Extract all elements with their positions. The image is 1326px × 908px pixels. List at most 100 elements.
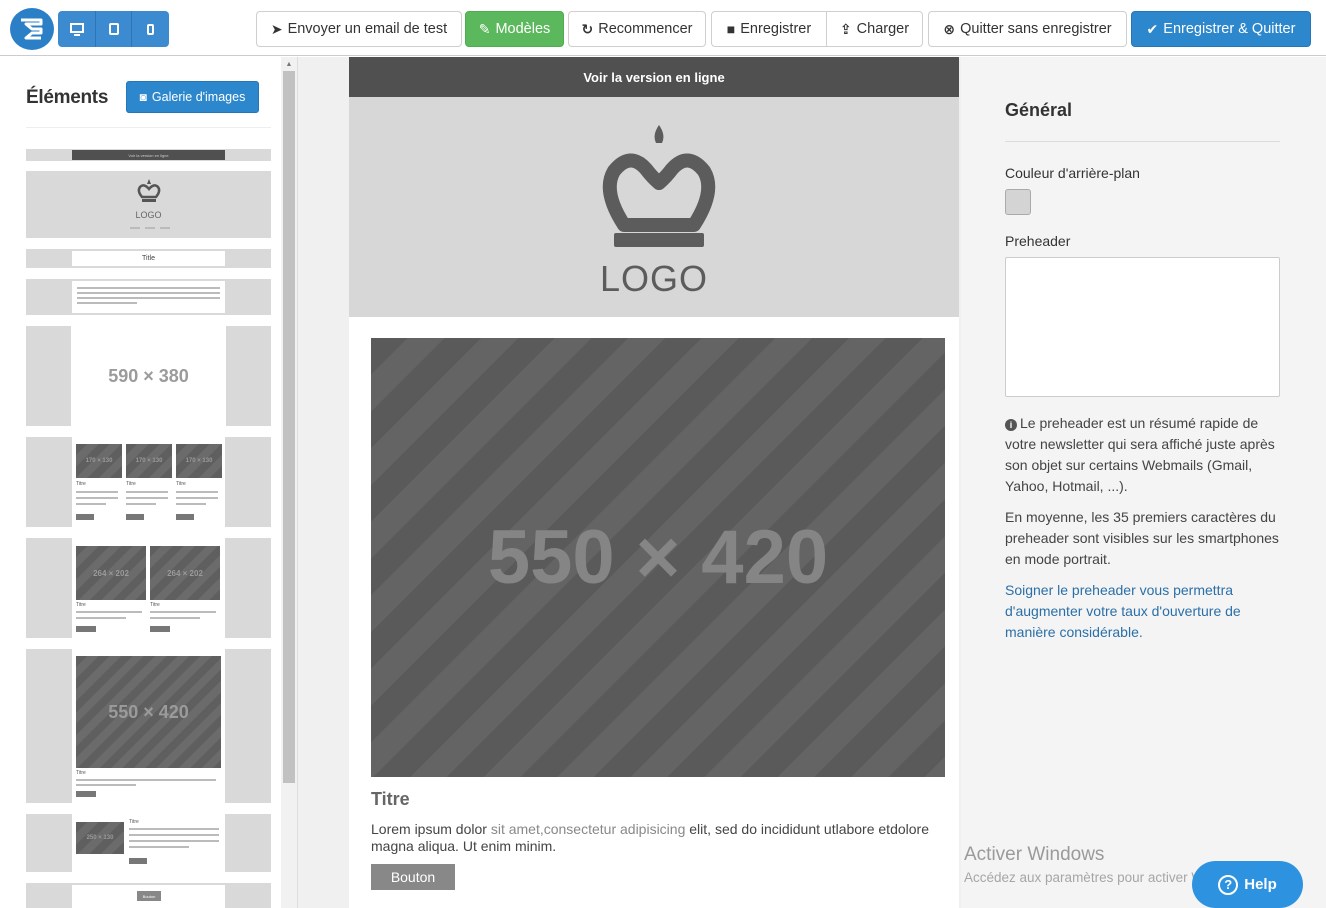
- divider: [26, 127, 271, 128]
- thumb-image-placeholder: 590 × 380: [71, 326, 226, 426]
- thumb-logo-text: LOGO: [135, 210, 162, 220]
- desktop-view-button[interactable]: [58, 11, 96, 47]
- logo-block[interactable]: LOGO: [349, 97, 959, 317]
- info-circle-icon: i: [1005, 419, 1017, 431]
- app-logo[interactable]: [10, 8, 54, 50]
- thumb-line: [129, 840, 219, 842]
- image-size-label: 550 × 420: [487, 515, 829, 600]
- block-thumb-title[interactable]: Title: [26, 249, 271, 268]
- block-thumb-three-columns[interactable]: 170 × 130 170 × 130 170 × 130 Titre Titr…: [26, 437, 271, 527]
- block-thumb-logo[interactable]: LOGO: [26, 171, 271, 238]
- block-thumb-image-text[interactable]: 250 × 130 Titre: [26, 814, 271, 872]
- image-text-block[interactable]: 550 × 420 Titre Lorem ipsum dolor sit am…: [349, 317, 959, 908]
- thumb-columns-bg: 264 × 202 264 × 202 Titre Titre: [72, 538, 225, 638]
- thumb-line: [129, 846, 189, 848]
- thumb-text-bg: [72, 281, 225, 313]
- save-label: Enregistrer: [740, 21, 812, 37]
- thumb-online-bar: Voir la version en ligne: [72, 150, 225, 160]
- content-button[interactable]: Bouton: [371, 864, 455, 890]
- check-icon: ✔: [1146, 21, 1159, 37]
- save-button[interactable]: ■ Enregistrer: [711, 11, 827, 47]
- thumb-columns-bg: 170 × 130 170 × 130 170 × 130 Titre Titr…: [72, 437, 225, 527]
- preheader-input[interactable]: [1005, 257, 1280, 397]
- thumb-line: [150, 617, 200, 619]
- thumb-image-text-bg: 250 × 130 Titre: [72, 814, 225, 872]
- block-thumb-image-550[interactable]: 550 × 420 Titre: [26, 649, 271, 803]
- content-title[interactable]: Titre: [371, 789, 410, 810]
- block-thumb-two-columns[interactable]: 264 × 202 264 × 202 Titre Titre: [26, 538, 271, 638]
- upload-icon: ⇪: [839, 21, 852, 37]
- quit-without-saving-button[interactable]: ⊗ Quitter sans enregistrer: [928, 11, 1127, 47]
- image-placeholder[interactable]: 550 × 420: [371, 338, 945, 777]
- thumb-col-title: Titre: [126, 481, 136, 487]
- email-canvas: Voir la version en ligne LOGO 550 × 420 …: [298, 57, 961, 908]
- thumb-line: [126, 503, 156, 505]
- quit-nosave-label: Quitter sans enregistrer: [960, 21, 1112, 37]
- thumb-line: [76, 491, 118, 493]
- device-switcher: [58, 11, 169, 47]
- block-thumb-button[interactable]: Bouton: [26, 883, 271, 908]
- divider: [1005, 141, 1280, 142]
- thumb-button: [76, 626, 96, 632]
- thumb-image-size: 590 × 380: [108, 365, 189, 386]
- preheader-info-2: En moyenne, les 35 premiers caractères d…: [1005, 509, 1279, 567]
- thumb-button: [176, 514, 194, 520]
- thumb-line: [77, 287, 220, 289]
- thumb-line: [176, 497, 218, 499]
- save-and-quit-button[interactable]: ✔ Enregistrer & Quitter: [1131, 11, 1311, 47]
- thumb-line: [77, 297, 220, 299]
- refresh-icon: ↻: [581, 21, 594, 37]
- gallery-label: Galerie d'images: [151, 90, 246, 104]
- thumb-col-title: Titre: [150, 602, 160, 608]
- restart-button[interactable]: ↻ Recommencer: [568, 11, 706, 47]
- send-test-email-button[interactable]: ➤ Envoyer un email de test: [256, 11, 462, 47]
- thumb-line: [126, 497, 168, 499]
- thumb-button: [76, 514, 94, 520]
- paper-plane-icon: ➤: [270, 21, 283, 37]
- content-text-highlight: sit amet,consectetur adipisicing: [490, 821, 686, 837]
- send-test-label: Envoyer un email de test: [287, 21, 448, 37]
- thumb-col-image: 170 × 130: [76, 444, 122, 478]
- preheader-label: Preheader: [1005, 233, 1071, 249]
- bg-color-label: Couleur d'arrière-plan: [1005, 165, 1140, 181]
- settings-panel: Général Couleur d'arrière-plan Preheader…: [961, 57, 1326, 908]
- thumb-button: [76, 791, 96, 797]
- block-thumb-image-590[interactable]: 590 × 380: [26, 326, 271, 426]
- thumb-col-image: 170 × 130: [126, 444, 172, 478]
- thumb-button-bg: Bouton: [72, 885, 225, 908]
- thumb-button: [150, 626, 170, 632]
- thumb-title-text: Title: [72, 251, 225, 266]
- templates-label: Modèles: [495, 21, 551, 37]
- thumb-line: [76, 784, 136, 786]
- thumb-button: [129, 858, 147, 864]
- top-toolbar: ➤ Envoyer un email de test ✎ Modèles ↻ R…: [0, 0, 1326, 56]
- tablet-view-button[interactable]: [96, 11, 132, 47]
- scrollbar-thumb[interactable]: [283, 71, 295, 783]
- envelope-logo-icon: [21, 18, 43, 40]
- online-version-link[interactable]: Voir la version en ligne: [349, 57, 959, 97]
- elements-panel: Éléments ◙ Galerie d'images Voir la vers…: [0, 57, 298, 908]
- thumb-col-title: Titre: [76, 602, 86, 608]
- windows-activation-title: Activer Windows: [964, 844, 1105, 865]
- image-gallery-button[interactable]: ◙ Galerie d'images: [126, 81, 259, 113]
- help-button[interactable]: ? Help: [1192, 861, 1303, 908]
- thumb-line: [76, 611, 142, 613]
- thumb-line: [76, 779, 216, 781]
- preheader-info-3: Soigner le preheader vous permettra d'au…: [1005, 582, 1241, 640]
- load-button[interactable]: ⇪ Charger: [827, 11, 923, 47]
- times-circle-icon: ⊗: [943, 21, 956, 37]
- content-text[interactable]: Lorem ipsum dolor sit amet,consectetur a…: [371, 821, 931, 855]
- thumb-title: Titre: [76, 770, 86, 776]
- block-thumb-online-version[interactable]: Voir la version en ligne: [26, 149, 271, 161]
- scroll-up-arrow-icon[interactable]: ▲: [281, 58, 297, 70]
- templates-button[interactable]: ✎ Modèles: [465, 11, 564, 47]
- block-thumb-text[interactable]: [26, 279, 271, 315]
- load-label: Charger: [856, 21, 910, 37]
- bg-color-picker[interactable]: [1005, 189, 1031, 215]
- elements-scrollbar[interactable]: ▲: [281, 57, 297, 908]
- thumb-image-bg: 550 × 420 Titre: [72, 649, 225, 803]
- preheader-info-1: i Le preheader est un résumé rapide de vo…: [1005, 415, 1275, 494]
- settings-title: Général: [1005, 100, 1073, 120]
- thumb-line: [126, 491, 168, 493]
- mobile-view-button[interactable]: [132, 11, 169, 47]
